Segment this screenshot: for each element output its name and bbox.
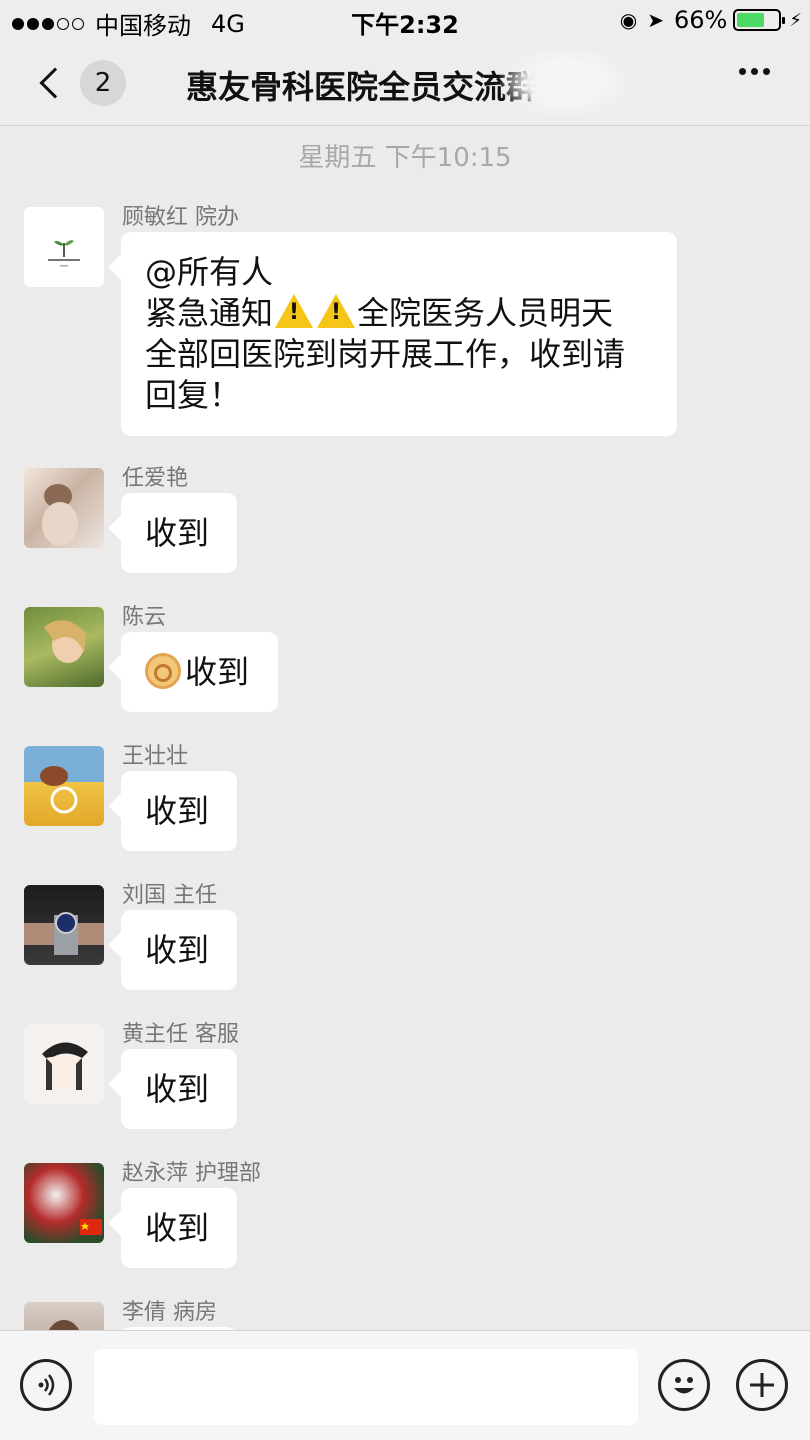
chevron-left-icon — [39, 67, 71, 99]
voice-button[interactable] — [20, 1359, 72, 1411]
message-text: 收到 — [145, 792, 210, 830]
message-text: 收到 — [145, 931, 210, 969]
plus-icon — [750, 1373, 774, 1397]
message-line: 全部回医院到岗开展工作，收到请 — [145, 335, 626, 373]
sender-name: 李倩 病房 — [122, 1300, 217, 1325]
message-bubble[interactable]: 收到 — [121, 1049, 237, 1129]
sender-name: 任爱艳 — [122, 466, 189, 491]
plus-button[interactable] — [736, 1359, 788, 1411]
avatar[interactable] — [24, 207, 104, 287]
sender-name: 顾敏红 院办 — [122, 205, 239, 230]
avatar[interactable] — [24, 1302, 104, 1330]
avatar[interactable] — [24, 885, 104, 965]
avatar[interactable] — [24, 607, 104, 687]
warning-icon — [275, 294, 314, 328]
unread-count-badge: 2 — [80, 60, 126, 106]
sender-name: 赵永萍 护理部 — [122, 1161, 261, 1186]
more-options-button[interactable] — [734, 68, 770, 75]
message-bubble[interactable]: 收到 — [121, 771, 237, 851]
message-line: @所有人 — [145, 253, 274, 291]
sender-name: 王壮壮 — [122, 744, 189, 769]
message-timestamp: 星期五 下午10:15 — [298, 143, 512, 173]
warning-icon — [317, 294, 356, 328]
message-text: 全院医务人员明天 — [357, 294, 614, 332]
location-icon: ➤ — [647, 8, 665, 32]
input-bar — [0, 1330, 810, 1440]
avatar[interactable] — [24, 468, 104, 548]
sender-name: 刘国 主任 — [122, 883, 217, 908]
message-line: 回复！ — [145, 376, 242, 414]
message-text: 紧急通知 — [145, 294, 274, 332]
charging-icon: ⚡ — [789, 9, 802, 31]
status-right: ◉ ➤ 66% ⚡ — [620, 6, 802, 34]
emoji-button[interactable] — [658, 1359, 710, 1411]
avatar[interactable] — [24, 1163, 104, 1243]
message-bubble[interactable]: 收到 — [121, 910, 237, 990]
message-text: 收到 — [145, 1070, 210, 1108]
message-text: 收到 — [145, 1209, 210, 1247]
voice-icon — [38, 1374, 55, 1396]
avatar[interactable] — [24, 1024, 104, 1104]
message-line: 紧急通知 全院医务人员明天 — [145, 293, 653, 334]
chat-area[interactable]: 星期五 下午10:15 顾敏红 院办 @所有人 紧急通知 全院医务人员明天 全部回… — [0, 127, 810, 1330]
battery-icon — [733, 9, 786, 31]
back-button[interactable]: 2 — [28, 56, 128, 110]
sender-name: 陈云 — [122, 605, 167, 630]
emoji-icon — [674, 1377, 694, 1394]
avatar[interactable] — [24, 746, 104, 826]
ok-hand-icon — [145, 653, 181, 689]
message-bubble[interactable]: 收到 — [121, 1188, 237, 1268]
message-bubble[interactable]: @所有人 紧急通知 全院医务人员明天 全部回医院到岗开展工作，收到请 回复！ — [121, 232, 677, 436]
message-line: 收到 — [145, 652, 254, 693]
chat-title: 惠友骨科医院全员交流群 — [186, 68, 539, 106]
message-input[interactable] — [94, 1349, 638, 1425]
redaction-smudge — [500, 46, 630, 118]
message-bubble[interactable]: 收到 — [121, 632, 278, 712]
battery-percent: 66% — [674, 6, 728, 34]
nav-bar: 2 惠友骨科医院全员交流群 — [0, 40, 810, 126]
sender-name: 黄主任 客服 — [122, 1022, 239, 1047]
status-bar: 中国移动 4G 下午2:32 ◉ ➤ 66% ⚡ — [0, 0, 810, 40]
message-bubble[interactable]: 收到 — [121, 493, 237, 573]
message-text: 收到 — [185, 653, 250, 691]
message-text: 收到 — [145, 514, 210, 552]
rotation-lock-icon: ◉ — [619, 8, 638, 32]
